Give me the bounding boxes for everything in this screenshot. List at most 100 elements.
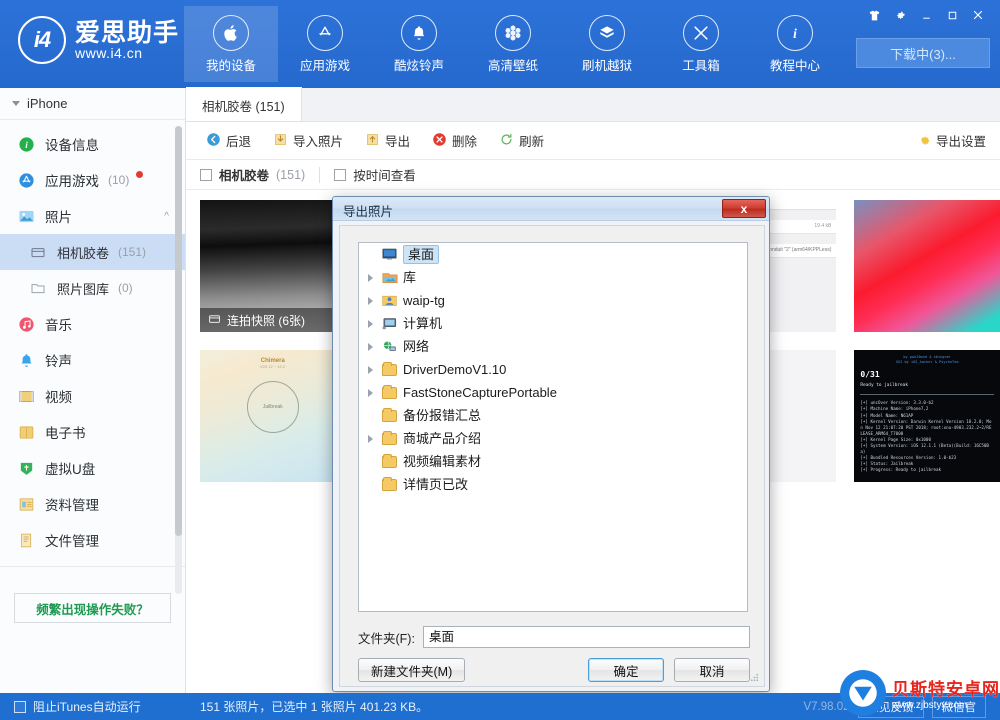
tree-node-label: waip-tg	[403, 293, 445, 308]
sidebar-item-virtual-usb[interactable]: 虚拟U盘	[0, 450, 185, 486]
watermark-url: www.zjbstyy.com	[892, 699, 968, 711]
brand-mark-icon: i4	[18, 16, 66, 64]
select-all-checkbox[interactable]	[200, 168, 212, 181]
nav-apps-games[interactable]: 应用游戏	[278, 6, 372, 82]
photo-image: by pwn20wnd & sbingner GUI by iOS_hacker…	[854, 350, 1000, 482]
chevron-up-icon[interactable]: ^	[164, 211, 169, 222]
tree-node-label: 网络	[403, 339, 430, 354]
chevron-right-icon[interactable]	[365, 388, 376, 397]
nav-flash-jailbreak[interactable]: 刷机越狱	[560, 6, 654, 82]
sidebar-item-camera-roll[interactable]: 相机胶卷 (151)	[0, 234, 185, 270]
export-button[interactable]: 导出	[357, 128, 418, 153]
nav-wallpapers[interactable]: 高清壁纸	[466, 6, 560, 82]
status-text: 151 张照片，已选中 1 张照片 401.23 KB。	[200, 700, 429, 714]
back-button[interactable]: 后退	[198, 128, 259, 153]
import-photos-button[interactable]: 导入照片	[265, 128, 351, 153]
sidebar-item-file-manager[interactable]: 文件管理	[0, 522, 185, 558]
nav-toolbox[interactable]: 工具箱	[654, 6, 748, 82]
download-status-button[interactable]: 下载中(3)...	[856, 38, 990, 68]
help-link-operation-failed[interactable]: 频繁出现操作失败？	[14, 593, 171, 623]
block-itunes-checkbox[interactable]	[14, 700, 26, 713]
sidebar-item-ringtones[interactable]: 铃声	[0, 342, 185, 378]
tree-node-details-modified[interactable]: 详情页已改	[359, 473, 747, 496]
sidebar-scrollbar-thumb[interactable]	[175, 126, 182, 536]
photo-thumbnail-jailbreak-terminal[interactable]: by pwn20wnd & sbingner GUI by iOS_hacker…	[854, 350, 1000, 482]
chevron-right-icon[interactable]	[365, 296, 376, 305]
svg-text:i: i	[25, 140, 28, 150]
sidebar-item-label: 相机胶卷	[57, 245, 110, 261]
photo-thumbnail-burst[interactable]: 连拍快照 (6张)	[200, 200, 346, 332]
appstore-icon	[307, 14, 343, 51]
tree-node-network[interactable]: 网络	[359, 335, 747, 358]
usb-icon	[16, 458, 36, 478]
export-settings-button[interactable]: 导出设置	[916, 131, 986, 150]
tab-camera-roll[interactable]: 相机胶卷 (151)	[186, 87, 302, 121]
sidebar-item-apps-games[interactable]: 应用游戏 (10)	[0, 162, 185, 198]
photo-thumbnail-wallpaper[interactable]	[854, 200, 1000, 332]
block-itunes-toggle[interactable]: 阻止iTunes自动运行	[0, 698, 186, 715]
sidebar-item-music[interactable]: 音乐	[0, 306, 185, 342]
nav-my-device[interactable]: 我的设备	[184, 6, 278, 82]
sidebar-item-device-info[interactable]: i 设备信息	[0, 126, 185, 162]
tab-bar: 相机胶卷 (151)	[186, 87, 1000, 122]
info-circle-icon: i	[16, 134, 36, 154]
photo-thumbnail-chimera[interactable]: Chimera iOS 12 ~ 12.2 Jailbreak	[200, 350, 346, 482]
gear-icon[interactable]	[888, 4, 912, 26]
sidebar-item-label: 照片	[45, 210, 72, 225]
folder-input[interactable]: 桌面	[422, 626, 750, 648]
nav-ringtones[interactable]: 酷炫铃声	[372, 6, 466, 82]
app-header: i4 爱思助手 www.i4.cn 我的设备 应用游戏 酷炫铃声 高清壁纸 刷机…	[0, 0, 1000, 88]
folder-icon	[381, 361, 398, 377]
tree-node-computer[interactable]: 计算机	[359, 312, 747, 335]
list-row1-value: 19.4 kB	[814, 223, 832, 229]
desktop-icon	[381, 247, 398, 262]
folder-tree[interactable]: 桌面 库 waip-tg 计算机 网络 DriverDemoV1.10 Fast…	[358, 242, 748, 612]
chevron-right-icon[interactable]	[365, 273, 376, 282]
delete-button[interactable]: 删除	[424, 128, 485, 153]
nav-tutorials[interactable]: i 教程中心	[748, 6, 842, 82]
chevron-right-icon[interactable]	[365, 342, 376, 351]
sidebar-item-data-manager[interactable]: 资料管理	[0, 486, 185, 522]
maximize-icon[interactable]	[940, 4, 964, 26]
sidebar-item-photo-library[interactable]: 照片图库 (0)	[0, 270, 185, 306]
tree-node-backup-errors[interactable]: 备份报错汇总	[359, 404, 747, 427]
sidebar-item-count: (151)	[118, 245, 147, 259]
tree-node-mall-products[interactable]: 商城产品介绍	[359, 427, 747, 450]
content-toolbar: 后退 导入照片 导出 删除 刷新 导出设置	[186, 122, 1000, 160]
sidebar-scrollbar[interactable]	[175, 126, 182, 594]
brand-url: www.i4.cn	[75, 44, 143, 61]
tree-node-driverdemo[interactable]: DriverDemoV1.10	[359, 358, 747, 381]
dialog-resize-handle[interactable]	[749, 672, 761, 684]
sidebar-device-header[interactable]: iPhone	[0, 88, 185, 120]
new-folder-button[interactable]: 新建文件夹(M)	[358, 658, 466, 682]
refresh-button[interactable]: 刷新	[491, 128, 552, 153]
tree-node-faststone[interactable]: FastStoneCapturePortable	[359, 381, 747, 404]
tree-node-video-material[interactable]: 视频编辑素材	[359, 450, 747, 473]
select-all-checkbox-group[interactable]: 相机胶卷 (151)	[186, 160, 319, 189]
refresh-icon	[499, 132, 514, 150]
chevron-right-icon[interactable]	[365, 319, 376, 328]
chevron-right-icon[interactable]	[365, 434, 376, 443]
tree-node-library[interactable]: 库	[359, 266, 747, 289]
tree-node-label: 商城产品介绍	[403, 431, 482, 446]
filter-bar: 相机胶卷 (151) 按时间查看	[186, 160, 1000, 190]
sidebar-item-video[interactable]: 视频	[0, 378, 185, 414]
cancel-button[interactable]: 取消	[674, 658, 750, 682]
dialog-title: 导出照片	[343, 205, 394, 219]
flower-icon	[495, 14, 531, 51]
sidebar-item-photos[interactable]: 照片 ^	[0, 198, 185, 234]
photo-image: Chimera iOS 12 ~ 12.2 Jailbreak	[200, 350, 346, 482]
close-icon[interactable]	[966, 4, 990, 26]
watermark-logo-icon	[840, 669, 886, 716]
shirt-icon[interactable]	[862, 4, 886, 26]
sidebar-item-ebooks[interactable]: 电子书	[0, 414, 185, 450]
chevron-right-icon[interactable]	[365, 365, 376, 374]
minimize-icon[interactable]	[914, 4, 938, 26]
close-icon[interactable]: x	[722, 199, 766, 218]
main-nav: 我的设备 应用游戏 酷炫铃声 高清壁纸 刷机越狱 工具箱 i 教程中心	[184, 6, 842, 82]
tree-node-user[interactable]: waip-tg	[359, 289, 747, 312]
view-by-time-checkbox[interactable]	[334, 168, 347, 181]
ok-button[interactable]: 确定	[588, 658, 664, 682]
tree-node-desktop[interactable]: 桌面	[359, 243, 747, 266]
view-by-time-group[interactable]: 按时间查看	[320, 160, 430, 189]
